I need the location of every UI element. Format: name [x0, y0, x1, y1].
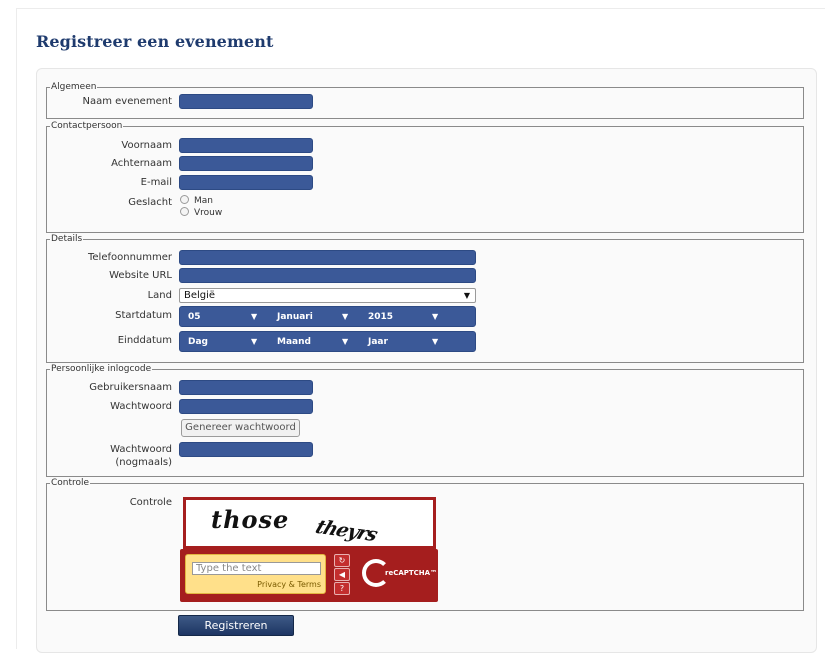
start-year-select[interactable]: 2015: [368, 311, 393, 323]
chevron-down-icon: ▼: [463, 291, 470, 300]
last-name-label: Achternaam: [111, 158, 172, 169]
captcha-image: those theyrs: [183, 497, 436, 549]
legend-contact: Contactpersoon: [51, 121, 123, 131]
phone-input[interactable]: [179, 250, 476, 265]
chevron-down-icon[interactable]: ▼: [432, 311, 438, 323]
recaptcha-widget: those theyrs Type the text Privacy & Ter…: [180, 494, 440, 602]
end-year-select[interactable]: Jaar: [368, 336, 388, 348]
legend-general: Algemeen: [51, 82, 97, 92]
captcha-label: Controle: [129, 497, 172, 508]
last-name-input[interactable]: [179, 156, 313, 171]
gender-radio-man[interactable]: Man: [180, 195, 213, 207]
register-button[interactable]: Registreren: [178, 615, 294, 636]
chevron-down-icon[interactable]: ▼: [342, 311, 348, 323]
end-date-label: Einddatum: [117, 335, 172, 346]
password-repeat-label: Wachtwoord: [110, 444, 172, 455]
captcha-tools: ↻ ◀ ?: [332, 554, 352, 595]
password-input[interactable]: [179, 399, 313, 414]
gender-radio-vrouw[interactable]: Vrouw: [180, 207, 222, 219]
captcha-bar: Type the text Privacy & Terms ↻ ◀ ? reCA…: [180, 549, 438, 602]
event-name-label: Naam evenement: [82, 96, 172, 107]
end-month-select[interactable]: Maand: [277, 336, 311, 348]
captcha-response-input[interactable]: Type the text: [192, 562, 321, 575]
end-day-select[interactable]: Dag: [188, 336, 208, 348]
first-name-label: Voornaam: [121, 140, 172, 151]
chevron-down-icon[interactable]: ▼: [432, 336, 438, 348]
website-label: Website URL: [109, 270, 172, 281]
recaptcha-logo: reCAPTCHA™: [361, 558, 437, 588]
country-label: Land: [147, 290, 172, 301]
radio-circle-icon[interactable]: [180, 195, 189, 204]
refresh-icon[interactable]: ↻: [334, 554, 350, 567]
start-day-select[interactable]: 05: [188, 311, 201, 323]
phone-label: Telefoonnummer: [87, 252, 172, 263]
chevron-down-icon[interactable]: ▼: [342, 336, 348, 348]
password-label: Wachtwoord: [110, 401, 172, 412]
chevron-down-icon[interactable]: ▼: [251, 336, 257, 348]
chevron-down-icon[interactable]: ▼: [251, 311, 257, 323]
email-label: E-mail: [140, 177, 172, 188]
start-date-picker: 05 ▼ Januari ▼ 2015 ▼: [179, 306, 476, 327]
audio-icon[interactable]: ◀: [334, 568, 350, 581]
end-date-picker: Dag ▼ Maand ▼ Jaar ▼: [179, 331, 476, 352]
country-value: België: [184, 290, 216, 301]
legend-details: Details: [51, 234, 83, 244]
generate-password-button[interactable]: Genereer wachtwoord: [181, 419, 300, 437]
gender-man-label: Man: [194, 196, 213, 206]
start-month-select[interactable]: Januari: [277, 311, 313, 323]
gender-label: Geslacht: [128, 197, 172, 208]
username-input[interactable]: [179, 380, 313, 395]
email-input[interactable]: [179, 175, 313, 190]
password-repeat-input[interactable]: [179, 442, 313, 457]
help-icon[interactable]: ?: [334, 582, 350, 595]
password-repeat-sublabel: (nogmaals): [115, 457, 172, 468]
first-name-input[interactable]: [179, 138, 313, 153]
captcha-word-2: theyrs: [312, 516, 380, 546]
event-name-input[interactable]: [179, 94, 313, 109]
captcha-privacy-link[interactable]: Privacy & Terms: [257, 580, 321, 589]
page-title: Registreer een evenement: [36, 32, 274, 51]
website-input[interactable]: [179, 268, 476, 283]
country-select[interactable]: België ▼: [179, 288, 476, 303]
username-label: Gebruikersnaam: [89, 382, 172, 393]
captcha-word-1: those: [211, 505, 290, 534]
recaptcha-logo-text: reCAPTCHA™: [385, 569, 438, 577]
legend-control: Controle: [51, 478, 90, 488]
gender-vrouw-label: Vrouw: [194, 208, 223, 218]
radio-circle-icon[interactable]: [180, 207, 189, 216]
captcha-textbox: Type the text Privacy & Terms: [185, 554, 326, 594]
start-date-label: Startdatum: [115, 310, 172, 321]
legend-login: Persoonlijke inlogcode: [51, 364, 152, 374]
